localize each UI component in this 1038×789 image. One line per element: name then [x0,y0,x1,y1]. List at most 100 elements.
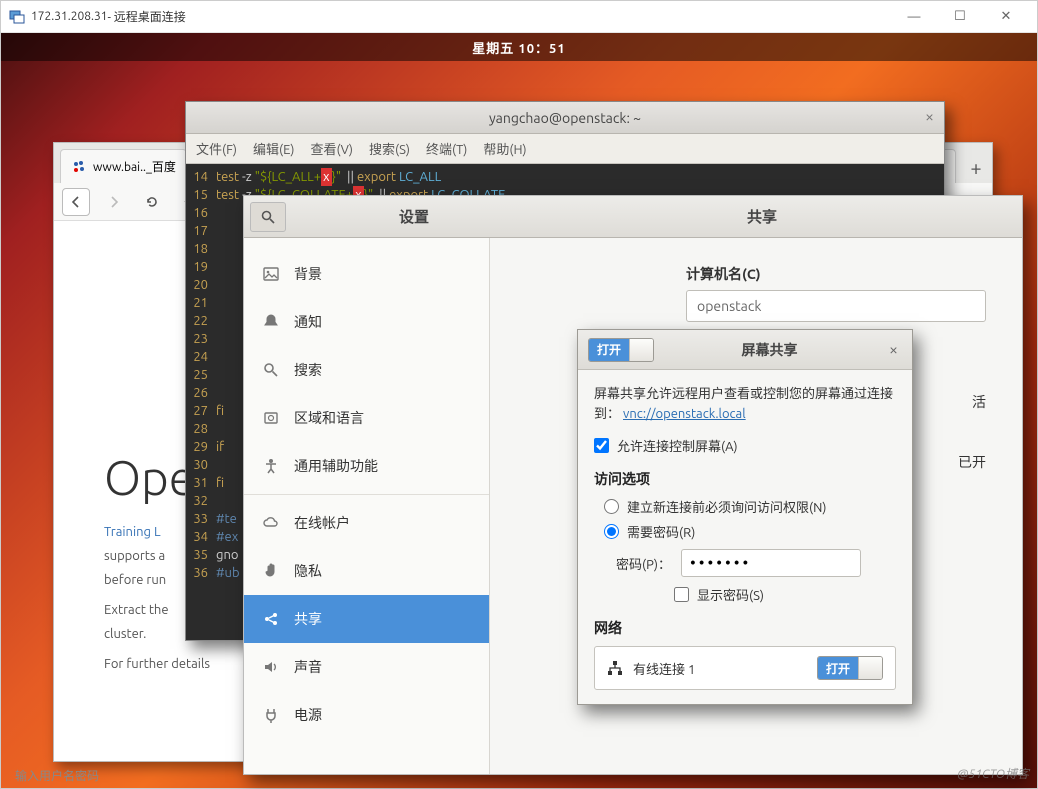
sidebar-item-label: 通用辅助功能 [294,456,378,476]
rdp-icon [9,9,25,25]
clock: 星期五 10：51 [472,38,565,57]
terminal-menu-item[interactable]: 终端(T) [426,139,467,158]
screen-sharing-dialog: 打开 屏幕共享 × 屏幕共享允许远程用户查看或控制您的屏幕通过连接到： vnc:… [577,329,913,705]
radio-require-password[interactable]: 需要密码(R) [604,522,896,541]
network-name: 有线连接 1 [633,659,695,678]
sidebar-item-label: 搜索 [294,360,322,380]
hostname-label: 计算机名(C) [686,264,986,284]
maximize-button[interactable]: ☐ [937,2,983,32]
terminal-menu-item[interactable]: 搜索(S) [369,139,410,158]
bell-icon [262,313,280,331]
minimize-button[interactable]: — [891,2,937,32]
baidu-favicon-icon [71,159,87,175]
accessibility-icon [262,457,280,475]
settings-header: 设置 共享 [244,196,1022,238]
page-text: Extract the [104,603,169,617]
sidebar-item-share[interactable]: 共享 [244,595,489,643]
dialog-title: 屏幕共享 [654,340,885,360]
sharing-master-switch[interactable]: 打开 [588,338,654,362]
sidebar-item-hand[interactable]: 隐私 [244,547,489,595]
sidebar-item-picture[interactable]: 背景 [244,250,489,298]
hostname-input[interactable] [686,290,986,322]
show-password-checkbox[interactable]: 显示密码(S) [674,585,896,604]
sidebar-item-label: 声音 [294,657,322,677]
radio-input[interactable] [604,499,619,514]
plug-icon [262,706,280,724]
network-switch[interactable]: 打开 [817,656,883,680]
browser-tab[interactable]: www.bai.._百度 [60,149,187,183]
forward-button[interactable] [100,188,128,216]
settings-section-title: 共享 [542,206,1022,227]
sidebar-item-label: 共享 [294,609,322,629]
search-icon [262,361,280,379]
footer-text: 输入用户名密码 [15,767,99,784]
password-label: 密码(P)： [616,554,671,573]
rdp-title-text: - 远程桌面连接 [108,8,186,25]
share-icon [262,610,280,628]
reload-button[interactable] [138,188,166,216]
switch-on-label: 打开 [589,339,629,361]
network-heading: 网络 [594,618,896,638]
row-status: 活 [972,392,986,412]
sidebar-item-label: 通知 [294,312,322,332]
settings-sidebar: 背景通知搜索区域和语言通用辅助功能在线帐户隐私共享声音电源 [244,238,490,774]
speaker-icon [262,658,280,676]
checkbox-label: 允许连接控制屏幕(A) [617,436,738,455]
network-list: 有线连接 1 打开 [594,646,896,690]
rdp-window: 172.31.208.31 - 远程桌面连接 — ☐ ✕ 星期五 10：51 w… [0,0,1038,789]
terminal-menu-item[interactable]: 查看(V) [311,139,353,158]
hand-icon [262,562,280,580]
close-button[interactable]: ✕ [983,2,1029,32]
terminal-menu-item[interactable]: 编辑(E) [253,139,294,158]
dialog-titlebar[interactable]: 打开 屏幕共享 × [578,330,912,370]
picture-icon [262,265,280,283]
radio-input[interactable] [604,524,619,539]
sidebar-item-globe[interactable]: 区域和语言 [244,394,489,442]
tab-label: www.bai.._百度 [93,158,176,175]
page-text: Training L [104,525,161,539]
terminal-close-icon[interactable]: × [925,108,934,126]
rdp-ip: 172.31.208.31 [31,10,108,23]
radio-label: 需要密码(R) [627,522,695,541]
terminal-title: yangchao@openstack: ~ [489,110,641,126]
sidebar-item-label: 在线帐户 [294,513,350,533]
back-button[interactable] [62,188,90,216]
network-item[interactable]: 有线连接 1 打开 [595,647,895,689]
rdp-titlebar[interactable]: 172.31.208.31 - 远程桌面连接 — ☐ ✕ [1,1,1037,33]
sidebar-item-cloud[interactable]: 在线帐户 [244,499,489,547]
access-options-heading: 访问选项 [594,469,896,489]
globe-icon [262,409,280,427]
sidebar-item-search[interactable]: 搜索 [244,346,489,394]
radio-label: 建立新连接前必须询问访问权限(N) [627,497,826,516]
sidebar-item-accessibility[interactable]: 通用辅助功能 [244,442,489,490]
gnome-topbar[interactable]: 星期五 10：51 [1,33,1037,61]
remote-desktop: 星期五 10：51 www.bai.._百度 ✕ + Ope [1,33,1037,788]
allow-control-checkbox[interactable]: 允许连接控制屏幕(A) [594,436,896,455]
sidebar-item-plug[interactable]: 电源 [244,691,489,739]
terminal-menu-item[interactable]: 帮助(H) [483,139,526,158]
sidebar-item-bell[interactable]: 通知 [244,298,489,346]
page-text: cluster. [104,627,146,641]
page-text: supports a [104,549,165,563]
show-password-input[interactable] [674,587,689,602]
vnc-link[interactable]: vnc://openstack.local [623,407,746,421]
terminal-menubar: 文件(F) 编辑(E) 查看(V) 搜索(S) 终端(T) 帮助(H) [186,134,944,164]
cloud-icon [262,514,280,532]
settings-search-button[interactable] [250,202,286,232]
switch-on-label: 打开 [818,657,858,679]
row-status: 已开 [958,452,986,472]
page-text: For further details [104,657,210,671]
sidebar-item-speaker[interactable]: 声音 [244,643,489,691]
dialog-close-button[interactable]: × [885,341,902,359]
sidebar-item-label: 背景 [294,264,322,284]
new-tab-button[interactable]: + [960,151,992,183]
terminal-menu-item[interactable]: 文件(F) [196,139,237,158]
allow-control-input[interactable] [594,438,609,453]
search-icon [260,209,276,225]
page-text: before run [104,573,166,587]
watermark: @51CTO博客 [957,765,1029,782]
password-input[interactable] [681,549,861,577]
terminal-titlebar[interactable]: yangchao@openstack: ~ × [186,102,944,134]
radio-ask-permission[interactable]: 建立新连接前必须询问访问权限(N) [604,497,896,516]
sidebar-item-label: 隐私 [294,561,322,581]
